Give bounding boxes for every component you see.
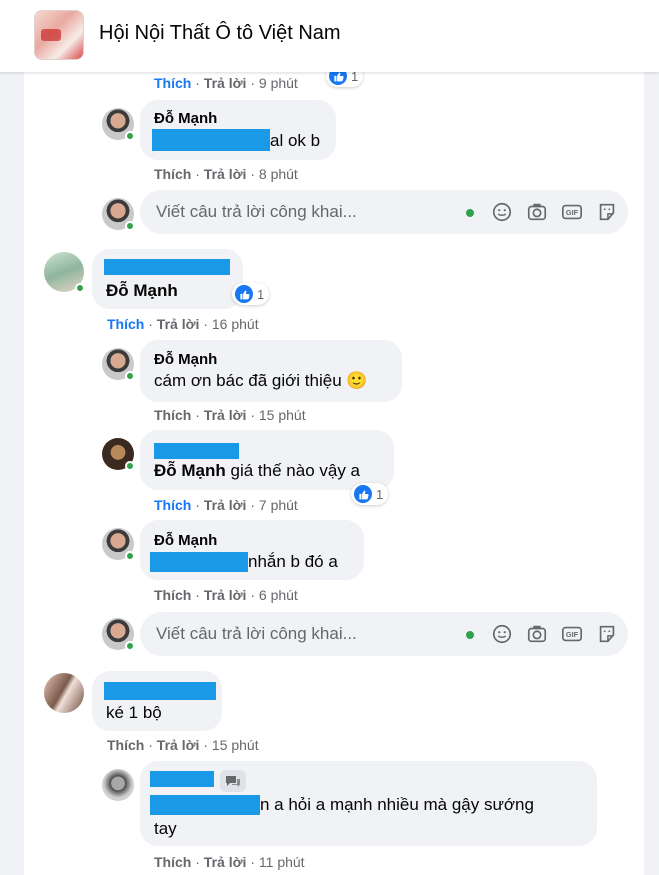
online-status-dot xyxy=(125,641,135,651)
avatar[interactable] xyxy=(102,198,135,231)
status-dot xyxy=(466,209,474,217)
timestamp: 16 phút xyxy=(211,316,259,332)
like-button[interactable]: Thích xyxy=(154,587,191,603)
redacted-name xyxy=(154,443,239,459)
reaction-count[interactable]: 1 xyxy=(232,283,270,305)
avatar[interactable] xyxy=(102,348,135,381)
reply-button[interactable]: Trả lời xyxy=(204,854,247,870)
comment-author[interactable]: Đỗ Mạnh xyxy=(154,110,217,127)
timestamp: 11 phút xyxy=(258,854,305,870)
avatar[interactable] xyxy=(102,769,134,801)
timestamp: 8 phút xyxy=(258,166,298,182)
avatar[interactable] xyxy=(102,618,135,651)
timestamp: 15 phút xyxy=(211,737,259,753)
like-button[interactable]: Thích xyxy=(107,737,144,753)
comment-text: cám ơn bác đã giới thiệu 🙂 xyxy=(154,371,368,390)
like-reaction-icon xyxy=(329,72,347,85)
online-status-dot xyxy=(125,461,135,471)
comment-text: al ok b xyxy=(270,131,321,150)
status-dot xyxy=(466,631,474,639)
mention-tag[interactable]: Đỗ Mạnh xyxy=(154,461,226,480)
timestamp: 15 phút xyxy=(258,407,306,423)
reply-button[interactable]: Trả lời xyxy=(204,407,247,423)
group-title[interactable]: Hội Nội Thất Ô tô Việt Nam xyxy=(99,22,341,45)
reaction-count[interactable]: 1 xyxy=(351,483,389,505)
like-button[interactable]: Thích xyxy=(154,75,191,91)
comment-actions: Thích · Trả lời · 15 phút xyxy=(154,407,306,423)
sticker-icon[interactable] xyxy=(596,201,618,223)
svg-text:GIF: GIF xyxy=(566,208,579,217)
like-button[interactable]: Thích xyxy=(107,316,144,332)
comment-author[interactable]: Đỗ Mạnh xyxy=(154,351,217,368)
comment-actions: Thích · Trả lời · 6 phút xyxy=(154,587,298,603)
redacted-name xyxy=(150,795,260,815)
online-status-dot xyxy=(125,371,135,381)
timestamp: 9 phút xyxy=(258,75,298,91)
avatar[interactable] xyxy=(102,528,135,561)
group-header: Hội Nội Thất Ô tô Việt Nam xyxy=(0,0,659,72)
like-button[interactable]: Thích xyxy=(154,166,191,182)
comment-text-continued: tay xyxy=(154,819,177,838)
redacted-name xyxy=(150,771,214,787)
avatar[interactable] xyxy=(44,252,85,293)
comment-text: ké 1 bộ xyxy=(106,703,162,722)
reply-button[interactable]: Trả lời xyxy=(204,75,247,91)
avatar[interactable] xyxy=(102,438,135,471)
camera-icon[interactable] xyxy=(526,623,548,645)
redacted-name xyxy=(150,552,248,572)
like-reaction-icon xyxy=(354,485,372,503)
comment-text: Đỗ Mạnh giá thế nào vậy a xyxy=(154,461,360,480)
online-status-dot xyxy=(75,283,85,293)
redacted-name xyxy=(104,682,216,700)
comment-author[interactable]: Đỗ Mạnh xyxy=(154,532,217,549)
reply-input[interactable]: Viết câu trả lời công khai... GIF xyxy=(140,612,628,656)
emoji-icon[interactable] xyxy=(491,201,513,223)
reply-button[interactable]: Trả lời xyxy=(204,587,247,603)
redacted-name xyxy=(104,259,230,275)
online-status-dot xyxy=(125,221,135,231)
comment-actions: Thích · Trả lời · 15 phút xyxy=(107,737,259,753)
reply-input[interactable]: Viết câu trả lời công khai... GIF xyxy=(140,190,628,234)
comments-feed: Thích · Trả lời · 9 phút 1 Đỗ Mạnh al ok… xyxy=(24,72,644,875)
avatar[interactable] xyxy=(44,673,84,713)
redacted-name xyxy=(152,129,270,151)
reply-button[interactable]: Trả lời xyxy=(157,737,200,753)
like-button[interactable]: Thích xyxy=(154,407,191,423)
reply-button[interactable]: Trả lời xyxy=(204,166,247,182)
camera-icon[interactable] xyxy=(526,201,548,223)
group-avatar[interactable] xyxy=(34,10,84,60)
comment-bubble xyxy=(140,430,394,490)
online-status-dot xyxy=(125,551,135,561)
timestamp: 6 phút xyxy=(258,587,298,603)
svg-text:GIF: GIF xyxy=(566,630,579,639)
like-reaction-icon xyxy=(235,285,253,303)
timestamp: 7 phút xyxy=(258,497,298,513)
top-fan-badge-icon xyxy=(220,770,246,792)
like-button[interactable]: Thích xyxy=(154,497,191,513)
online-status-dot xyxy=(125,131,135,141)
reaction-count[interactable]: 1 xyxy=(326,72,364,87)
comment-actions: Thích · Trả lời · 9 phút xyxy=(154,75,298,91)
comment-actions: Thích · Trả lời · 8 phút xyxy=(154,166,298,182)
comment-actions: Thích · Trả lời · 7 phút xyxy=(154,497,298,513)
comment-text: nhắn b đó a xyxy=(248,552,338,571)
smile-emoji: 🙂 xyxy=(346,371,368,390)
comment-actions: Thích · Trả lời · 11 phút xyxy=(154,854,305,870)
reply-button[interactable]: Trả lời xyxy=(157,316,200,332)
comment-text: n a hỏi a mạnh nhiều mà gậy sướng xyxy=(260,795,534,814)
gif-icon[interactable]: GIF xyxy=(561,201,583,223)
sticker-icon[interactable] xyxy=(596,623,618,645)
emoji-icon[interactable] xyxy=(491,623,513,645)
reply-button[interactable]: Trả lời xyxy=(204,497,247,513)
like-button[interactable]: Thích xyxy=(154,854,191,870)
mention-tag[interactable]: Đỗ Mạnh xyxy=(106,281,178,301)
comment-actions: Thích · Trả lời · 16 phút xyxy=(107,316,259,332)
avatar[interactable] xyxy=(102,108,135,141)
gif-icon[interactable]: GIF xyxy=(561,623,583,645)
